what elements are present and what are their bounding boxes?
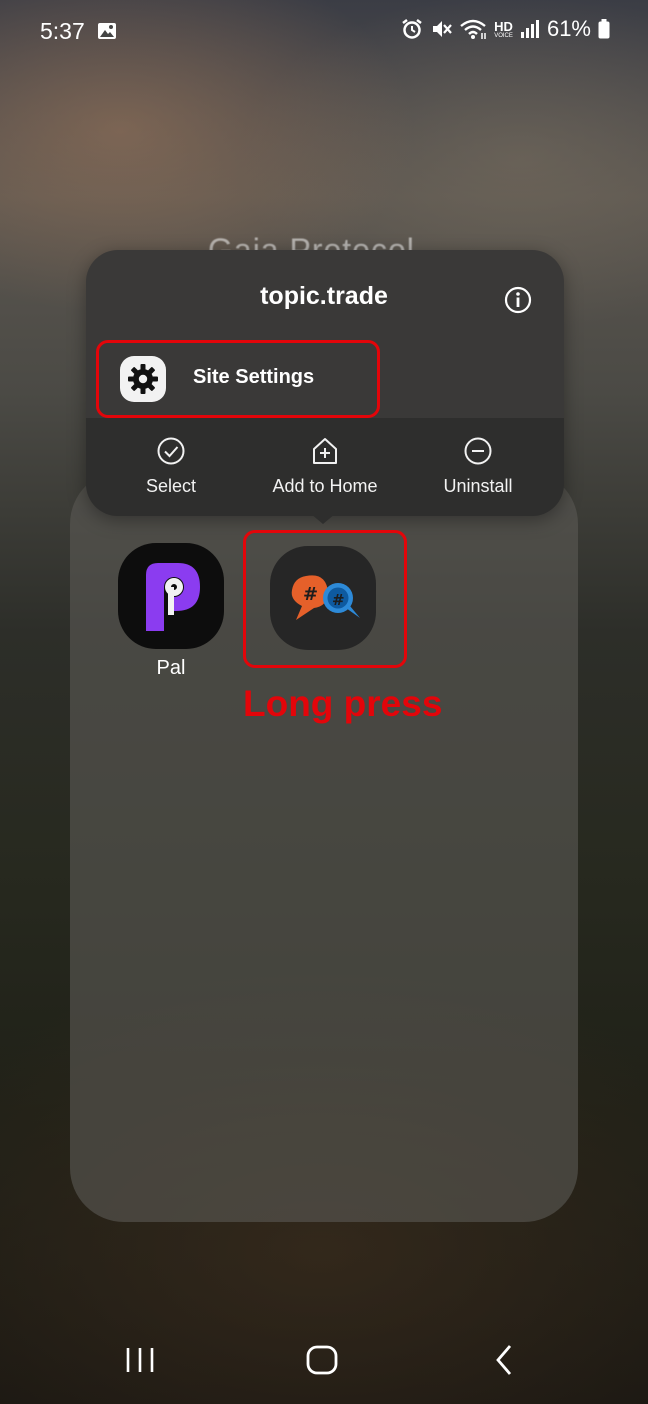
highlight-box-site-settings: [96, 340, 380, 418]
add-home-icon: [313, 438, 337, 464]
battery-percent: 61%: [546, 16, 591, 41]
mute-icon: [433, 21, 452, 37]
pal-app-label: Pal: [156, 657, 186, 679]
pal-app-icon[interactable]: [118, 543, 224, 649]
select-label: Select: [145, 476, 197, 496]
highlight-box-app: [243, 530, 407, 668]
minus-circle-icon: [464, 437, 492, 465]
hd-voice-icon: HD VOICE: [494, 18, 513, 39]
long-press-annotation: Long press: [243, 683, 443, 724]
uninstall-label: Uninstall: [443, 476, 513, 496]
status-icons: HD VOICE 61%: [401, 16, 610, 42]
menu-pointer: [311, 514, 335, 524]
info-icon[interactable]: [504, 286, 532, 314]
battery-icon: [598, 19, 610, 39]
gallery-icon: [98, 23, 116, 39]
status-bar: 5:37 HD VOICE 61%: [0, 0, 648, 62]
recents-icon[interactable]: [124, 1342, 156, 1378]
add-to-home-button[interactable]: Add to Home: [245, 436, 405, 497]
status-time: 5:37: [40, 18, 85, 44]
menu-title: topic.trade: [260, 282, 388, 310]
alarm-icon: [402, 19, 422, 39]
select-button[interactable]: Select: [91, 436, 251, 497]
uninstall-button[interactable]: Uninstall: [398, 436, 558, 497]
add-to-home-label: Add to Home: [272, 476, 378, 496]
signal-icon: [520, 20, 539, 38]
home-icon[interactable]: [304, 1342, 340, 1378]
check-circle-icon: [157, 437, 185, 465]
wifi-icon: [460, 19, 486, 39]
back-icon[interactable]: [490, 1342, 518, 1378]
